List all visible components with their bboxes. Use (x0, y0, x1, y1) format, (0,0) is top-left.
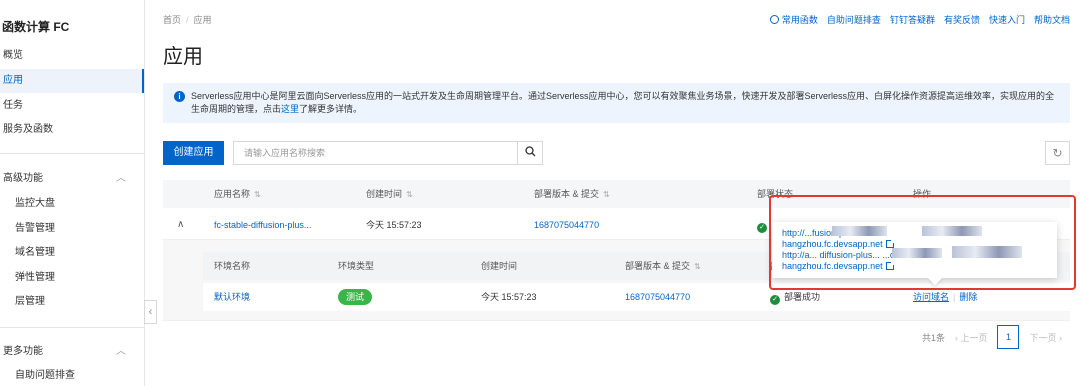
sort-icon: ⇅ (254, 190, 261, 199)
collapse-row-icon[interactable]: ∧ (177, 210, 184, 240)
env-type-badge: 测试 (338, 289, 373, 305)
sidebar-item-apps[interactable]: 应用 (0, 69, 144, 93)
env-type-cell: 测试 (338, 283, 373, 311)
env-created: 今天 15:57:23 (481, 292, 537, 302)
col-app-name[interactable]: 应用名称 ⇅ (214, 180, 261, 209)
sidebar-item-services[interactable]: 服务及函数 (0, 118, 144, 142)
clock-icon (769, 15, 779, 24)
sort-icon: ⇅ (603, 190, 610, 199)
env-name-link[interactable]: 默认环境 (214, 283, 250, 311)
link-quickstart[interactable]: 快速入门 (989, 13, 1025, 26)
col-label: 部署版本 & 提交 (625, 261, 691, 271)
next-page-button[interactable]: 下一页 › (1029, 331, 1062, 344)
col-env-created: 创建时间 (481, 261, 518, 271)
search-icon (524, 146, 536, 160)
sidebar-item-tasks[interactable]: 任务 (0, 94, 144, 118)
search-button[interactable] (517, 141, 543, 165)
link-dingtalk-group[interactable]: 钉钉答疑群 (890, 13, 935, 26)
sidebar-item-layers[interactable]: 层管理 (0, 290, 144, 314)
chevron-up-icon: ︿ (116, 173, 126, 184)
link-self-troubleshoot[interactable]: 自助问题排查 (827, 13, 881, 26)
breadcrumb-home[interactable]: 首页 (163, 15, 181, 25)
sort-icon: ⇅ (406, 190, 413, 199)
link-label: 常用函数 (781, 15, 818, 25)
breadcrumb-current: 应用 (193, 15, 212, 25)
success-icon: ✓ (757, 223, 767, 233)
page-title: 应用 (163, 46, 203, 68)
sidebar-item-domain[interactable]: 域名管理 (0, 241, 144, 265)
visit-domain-link[interactable]: 访问域名 (913, 292, 949, 302)
link-feedback[interactable]: 有奖反馈 (944, 13, 980, 26)
success-icon: ✓ (770, 295, 780, 305)
sidebar-item-alarm[interactable]: 告警管理 (0, 217, 144, 241)
prev-page-button[interactable]: ‹ 上一页 (955, 331, 988, 344)
delete-link[interactable]: 删除 (959, 292, 977, 302)
col-label: 应用名称 (214, 189, 251, 199)
sidebar-item-troubleshoot[interactable]: 自助问题排查 (0, 364, 144, 386)
banner-link[interactable]: 这里 (281, 104, 299, 114)
col-label: 创建时间 (366, 189, 403, 199)
pagination: 共1条 ‹ 上一页 1 下一页 › (922, 325, 1062, 349)
env-version-link[interactable]: 1687075044770 (625, 283, 690, 311)
sidebar-divider (0, 327, 144, 328)
sidebar-item-elastic[interactable]: 弹性管理 (0, 266, 144, 290)
version-link[interactable]: 1687075044770 (534, 210, 599, 240)
total-count: 共1条 (921, 332, 945, 343)
refresh-icon: ↻ (1052, 146, 1063, 160)
sidebar-item-overview[interactable]: 概览 (0, 44, 144, 68)
create-app-button[interactable]: 创建应用 (163, 141, 224, 165)
link-common-functions[interactable]: 常用函数 (769, 13, 818, 26)
annotation-highlight-box (769, 195, 1076, 290)
col-env-type: 环境类型 (338, 261, 375, 271)
col-env-version[interactable]: 部署版本 & 提交 ⇅ (625, 252, 701, 281)
col-label: 部署版本 & 提交 (534, 189, 600, 199)
page-number-current[interactable]: 1 (997, 325, 1020, 349)
sidebar-group-advanced[interactable]: 高级功能 ︿ (0, 167, 144, 191)
sidebar-divider (0, 153, 144, 154)
app-name-link[interactable]: fc-stable-diffusion-plus... (214, 210, 311, 240)
info-banner: i Serverless应用中心是阿里云面向Serverless应用的一站式开发… (163, 83, 1070, 123)
info-icon: i (174, 91, 185, 102)
sidebar-title: 函数计算 FC (2, 20, 70, 34)
breadcrumb: 首页 / 应用 (163, 15, 212, 25)
sidebar: 函数计算 FC 概览 应用 任务 服务及函数 高级功能 ︿ 监控大盘 告警管理 … (0, 0, 145, 386)
status-text: 部署成功 (784, 292, 821, 302)
chevron-up-icon: ︿ (116, 346, 126, 357)
col-env-name: 环境名称 (214, 261, 251, 271)
link-help-docs[interactable]: 帮助文档 (1034, 13, 1070, 26)
sidebar-group-label: 更多功能 (3, 346, 43, 357)
sidebar-collapse-button[interactable]: ‹ (144, 300, 157, 324)
app-root: 函数计算 FC 概览 应用 任务 服务及函数 高级功能 ︿ 监控大盘 告警管理 … (0, 0, 1080, 386)
sidebar-group-more[interactable]: 更多功能 ︿ (0, 340, 144, 364)
next-label: 下一页 (1029, 332, 1057, 343)
top-links: 常用函数 自助问题排查 钉钉答疑群 有奖反馈 快速入门 帮助文档 (769, 13, 1070, 26)
search-input[interactable] (233, 141, 518, 165)
sort-icon: ⇅ (694, 262, 701, 271)
col-version[interactable]: 部署版本 & 提交 ⇅ (534, 180, 610, 209)
table-bottom-border (163, 320, 1070, 321)
sidebar-group-label: 高级功能 (3, 173, 43, 184)
prev-label: 上一页 (960, 332, 988, 343)
banner-suffix: 了解更多详情。 (299, 104, 363, 114)
col-created[interactable]: 创建时间 ⇅ (366, 180, 413, 209)
created-time: 今天 15:57:23 (366, 220, 422, 230)
refresh-button[interactable]: ↻ (1045, 141, 1070, 165)
sidebar-item-monitor[interactable]: 监控大盘 (0, 192, 144, 216)
